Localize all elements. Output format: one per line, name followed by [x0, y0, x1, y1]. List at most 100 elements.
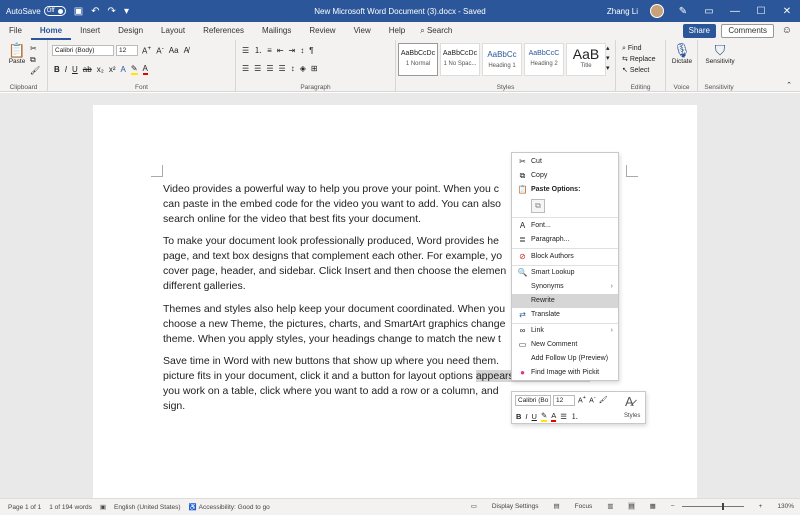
menu-item-find-image-pickit[interactable]: ● Find Image with Pickit	[512, 366, 618, 380]
align-left-icon[interactable]: ☰	[242, 64, 249, 73]
underline-icon[interactable]: U	[72, 65, 78, 74]
mini-shrink-font-icon[interactable]: A-	[589, 395, 596, 404]
accessibility-status[interactable]: Accessibility: Good to go	[199, 504, 270, 511]
customize-qat-icon[interactable]: ▾	[124, 6, 129, 17]
style-heading-2[interactable]: AaBbCcC Heading 2	[524, 43, 564, 76]
undo-icon[interactable]: ↶	[91, 6, 99, 17]
page-count[interactable]: Page 1 of 1	[8, 504, 41, 511]
tab-layout[interactable]: Layout	[152, 22, 194, 40]
avatar[interactable]	[650, 4, 664, 18]
justify-icon[interactable]: ☰	[279, 64, 286, 73]
align-center-icon[interactable]: ☰	[254, 64, 261, 73]
ribbon-display-icon[interactable]: ▭	[702, 6, 716, 17]
word-count[interactable]: 1 of 194 words	[49, 504, 92, 511]
zoom-in-icon[interactable]: +	[759, 503, 763, 510]
bold-icon[interactable]: B	[54, 65, 60, 74]
menu-item-translate[interactable]: ⇄ Translate	[512, 308, 618, 322]
copy-icon[interactable]: ⧉	[30, 54, 40, 65]
menu-item-add-follow-up[interactable]: Add Follow Up (Preview)	[512, 352, 618, 366]
font-size-combo[interactable]: 12	[116, 45, 138, 56]
tab-insert[interactable]: Insert	[71, 22, 109, 40]
style-no-spacing[interactable]: AaBbCcDc 1 No Spac...	[440, 43, 480, 76]
replace-button[interactable]: ⇆ Replace	[622, 54, 656, 65]
sort-icon[interactable]: ↕	[300, 46, 304, 55]
mini-font-name-combo[interactable]: Calibri (Bo	[515, 395, 551, 406]
mini-styles-label[interactable]: Styles	[624, 413, 640, 419]
zoom-level[interactable]: 130%	[777, 503, 794, 510]
numbering-icon[interactable]: ⒈	[254, 45, 262, 56]
mini-italic-icon[interactable]: I	[525, 412, 527, 421]
style-heading-1[interactable]: AaBbCc Heading 1	[482, 43, 522, 76]
mini-underline-icon[interactable]: U	[532, 412, 537, 421]
format-painter-icon[interactable]: 🖌	[30, 65, 40, 76]
mini-numbering-icon[interactable]: ⒈	[571, 411, 579, 422]
shrink-font-icon[interactable]: A-	[156, 45, 164, 56]
menu-item-new-comment[interactable]: ▭ New Comment	[512, 338, 618, 352]
tab-design[interactable]: Design	[109, 22, 152, 40]
mini-font-size-combo[interactable]: 12	[553, 395, 575, 406]
redo-icon[interactable]: ↷	[108, 6, 116, 17]
line-spacing-icon[interactable]: ↕	[291, 64, 295, 73]
highlight-icon[interactable]: ✎	[130, 64, 138, 75]
multilevel-list-icon[interactable]: ≡	[267, 46, 272, 55]
menu-item-copy[interactable]: ⧉ Copy	[512, 169, 618, 183]
change-case-icon[interactable]: Aa	[169, 46, 179, 55]
tab-mailings[interactable]: Mailings	[253, 22, 300, 40]
strikethrough-icon[interactable]: ab	[83, 65, 92, 74]
increase-indent-icon[interactable]: ⇥	[289, 46, 296, 55]
menu-item-rewrite[interactable]: Rewrite	[512, 294, 618, 308]
dictate-button[interactable]: 🎙 Dictate	[668, 42, 696, 65]
tab-view[interactable]: View	[345, 22, 380, 40]
web-layout-icon[interactable]: ▦	[650, 502, 656, 510]
menu-item-paragraph[interactable]: ≣ Paragraph...	[512, 233, 618, 247]
zoom-slider[interactable]	[681, 502, 744, 510]
focus-button[interactable]: Focus	[575, 503, 593, 510]
tab-home[interactable]: Home	[30, 22, 72, 40]
font-color-icon[interactable]: A	[142, 64, 148, 75]
zoom-slider-knob[interactable]	[721, 502, 724, 510]
align-right-icon[interactable]: ☰	[266, 64, 273, 73]
cut-icon[interactable]: ✂	[30, 43, 40, 54]
chevron-up-icon[interactable]: ▴	[606, 44, 610, 54]
tab-references[interactable]: References	[194, 22, 253, 40]
menu-item-smart-lookup[interactable]: 🔍 Smart Lookup	[512, 266, 618, 280]
chevron-down-icon[interactable]: ▾	[606, 54, 610, 64]
collapse-ribbon-icon[interactable]: ⌃	[786, 81, 792, 89]
autosave-control[interactable]: AutoSave Off	[6, 6, 66, 16]
pen-icon[interactable]: ✎	[676, 6, 690, 17]
style-title[interactable]: AaB Title	[566, 43, 606, 76]
font-name-combo[interactable]: Calibri (Body)	[52, 45, 114, 56]
style-normal[interactable]: AaBbCcDc 1 Normal	[398, 43, 438, 76]
mini-grow-font-icon[interactable]: A+	[578, 395, 586, 404]
menu-item-link[interactable]: ∞ Link ›	[512, 324, 618, 338]
show-marks-icon[interactable]: ¶	[309, 46, 313, 55]
tab-help[interactable]: Help	[380, 22, 414, 40]
print-layout-icon[interactable]: ▤	[628, 502, 635, 510]
minimize-icon[interactable]: —	[728, 6, 742, 17]
mini-highlight-icon[interactable]: ✎	[540, 411, 548, 422]
decrease-indent-icon[interactable]: ⇤	[277, 46, 284, 55]
menu-item-cut[interactable]: ✂ Cut	[512, 155, 618, 169]
superscript-icon[interactable]: x²	[109, 65, 116, 74]
more-styles-icon[interactable]: ▾	[606, 64, 610, 74]
menu-item-block-authors[interactable]: ⊘ Block Authors	[512, 250, 618, 264]
language-indicator[interactable]: English (United States)	[114, 504, 180, 511]
search-box[interactable]: ⌕ Search	[414, 26, 458, 36]
italic-icon[interactable]: I	[65, 65, 67, 74]
autosave-toggle[interactable]: Off	[43, 6, 66, 16]
styles-scroll[interactable]: ▴ ▾ ▾	[606, 44, 610, 74]
sensitivity-button[interactable]: ⛉ Sensitivity	[702, 42, 738, 65]
grow-font-icon[interactable]: A+	[142, 45, 151, 56]
mini-format-painter-icon[interactable]: 🖌	[599, 396, 608, 404]
tab-file[interactable]: File	[0, 22, 31, 40]
zoom-out-icon[interactable]: −	[671, 503, 675, 510]
find-button[interactable]: ⌕ Find	[622, 43, 656, 54]
user-name[interactable]: Zhang Li	[607, 7, 638, 16]
comments-button[interactable]: Comments	[721, 24, 774, 38]
menu-item-font[interactable]: A Font...	[512, 219, 618, 233]
subscript-icon[interactable]: x₂	[97, 65, 104, 74]
mini-styles-icon[interactable]: A̷	[625, 394, 634, 409]
menu-item-synonyms[interactable]: Synonyms ›	[512, 280, 618, 294]
paste-button[interactable]: 📋 Paste	[3, 42, 31, 65]
maximize-icon[interactable]: ☐	[754, 6, 768, 17]
